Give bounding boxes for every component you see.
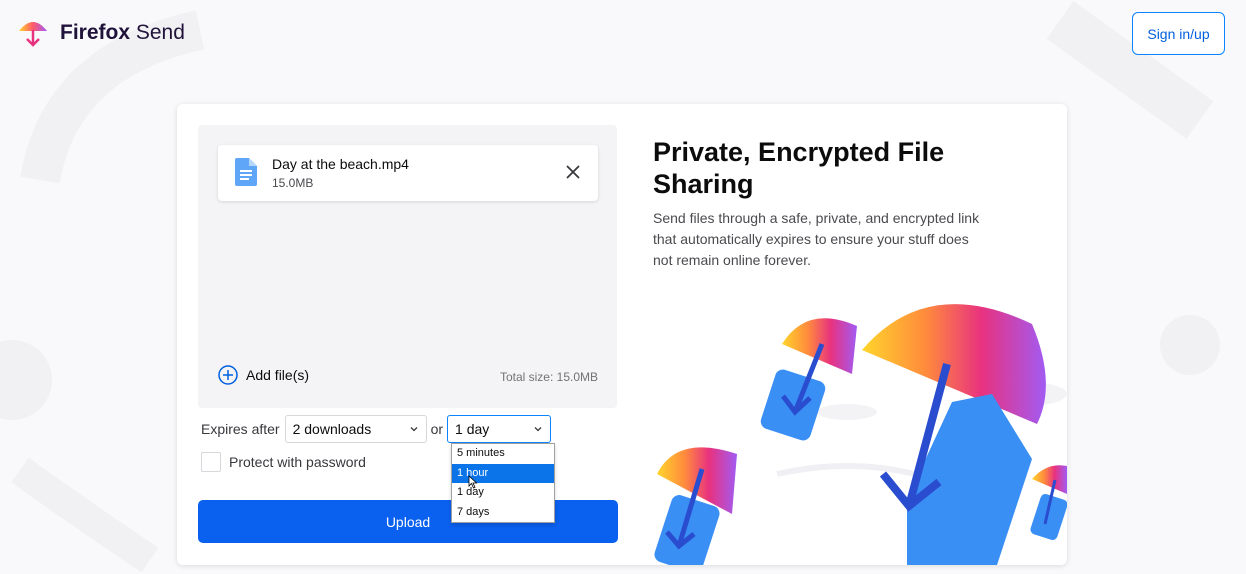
tiny-umbrella-icon xyxy=(1030,465,1067,540)
sign-in-button[interactable]: Sign in/up xyxy=(1132,12,1225,55)
page-title: Private, Encrypted File Sharing xyxy=(653,137,945,199)
time-option[interactable]: 5 minutes xyxy=(452,444,554,464)
page-description: Send files through a safe, private, and … xyxy=(653,210,980,268)
add-files-button[interactable]: Add file(s) xyxy=(218,365,309,385)
close-icon[interactable] xyxy=(564,163,582,181)
main-card: Day at the beach.mp4 15.0MB Add file(s) … xyxy=(177,104,1067,565)
password-label: Protect with password xyxy=(229,454,366,470)
bottom-umbrella-icon xyxy=(654,447,737,565)
chevron-down-icon xyxy=(534,427,542,432)
brand-name: Firefox Send xyxy=(60,21,185,44)
file-name: Day at the beach.mp4 xyxy=(272,156,409,172)
upload-button[interactable]: Upload xyxy=(198,500,618,543)
file-size: 15.0MB xyxy=(272,176,314,190)
add-files-label: Add file(s) xyxy=(246,367,310,383)
password-option[interactable]: Protect with password xyxy=(201,452,366,472)
plus-circle-icon xyxy=(218,365,238,385)
file-list-item: Day at the beach.mp4 15.0MB xyxy=(218,145,598,201)
expiry-options: Expires after 2 downloads or 1 day xyxy=(201,415,552,443)
small-umbrella-icon xyxy=(760,318,857,441)
brand-logo[interactable]: Firefox Send xyxy=(16,17,185,49)
mouse-pointer-icon xyxy=(468,475,478,489)
chevron-down-icon xyxy=(410,427,418,432)
umbrella-files-illustration xyxy=(654,304,1067,565)
time-limit-select[interactable]: 1 day xyxy=(447,415,552,443)
time-option[interactable]: 7 days xyxy=(452,503,554,523)
password-checkbox[interactable] xyxy=(201,452,221,472)
total-size: Total size: 15.0MB xyxy=(499,370,598,384)
time-limit-dropdown: 5 minutes 1 hour 1 day 7 days xyxy=(451,443,555,523)
time-limit-value: 1 day xyxy=(455,421,490,437)
umbrella-logo-icon xyxy=(19,22,47,47)
large-umbrella-icon xyxy=(862,304,1046,565)
document-icon xyxy=(235,158,257,186)
or-label: or xyxy=(430,421,444,437)
download-limit-value: 2 downloads xyxy=(292,421,372,437)
download-limit-select[interactable]: 2 downloads xyxy=(284,415,427,443)
expires-label: Expires after xyxy=(201,421,280,437)
upload-area[interactable]: Day at the beach.mp4 15.0MB Add file(s) … xyxy=(198,125,617,408)
